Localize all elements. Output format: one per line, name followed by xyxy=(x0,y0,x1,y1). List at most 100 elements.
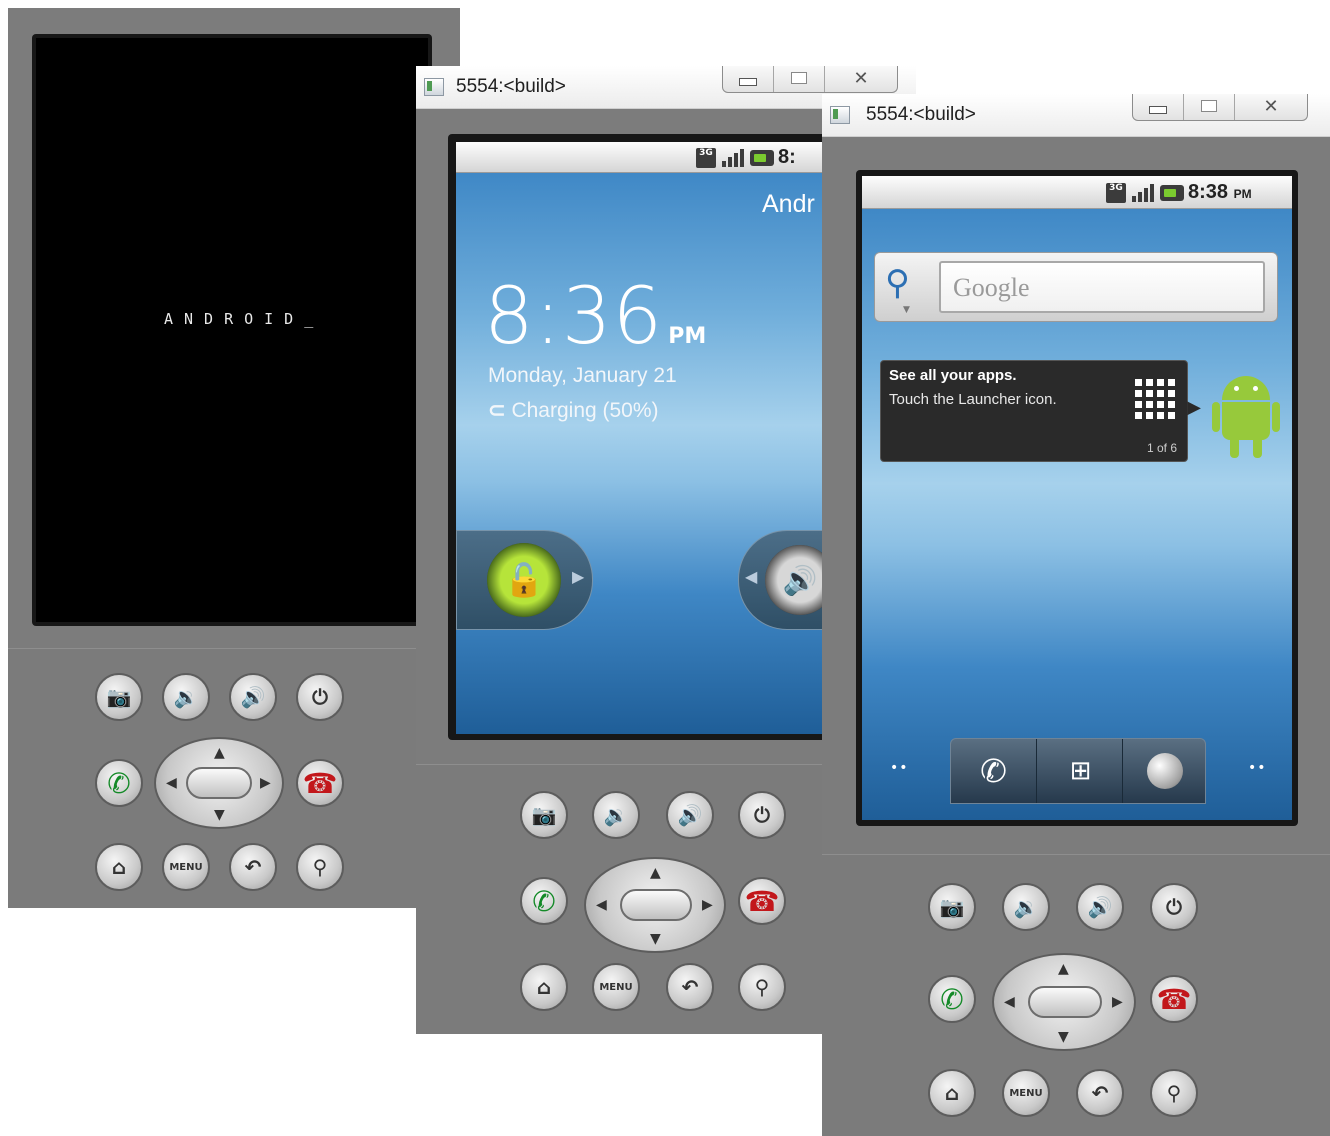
search-button[interactable]: ⚲ xyxy=(296,843,344,891)
power-button[interactable]: ⏻ xyxy=(1150,883,1198,931)
volume-up-button[interactable]: 🔊 xyxy=(1076,883,1124,931)
android-robot-icon[interactable] xyxy=(1212,372,1280,460)
window-buttons: ✕ xyxy=(722,66,898,93)
end-call-button[interactable]: ☎ xyxy=(738,877,786,925)
end-call-button[interactable]: ☎ xyxy=(296,759,344,807)
launcher-icon: ⊞ xyxy=(1069,756,1092,786)
status-time: 8: xyxy=(778,146,796,168)
search-icon: ⚲ xyxy=(885,263,910,303)
browser-button[interactable] xyxy=(1123,739,1207,803)
camera-icon: 📷 xyxy=(531,803,557,827)
slide-left-arrow-icon: ◀ xyxy=(745,567,758,586)
call-button[interactable]: ✆ xyxy=(520,877,568,925)
camera-button[interactable]: 📷 xyxy=(520,791,568,839)
google-search-widget[interactable]: ⚲ ▼ Google xyxy=(874,252,1278,322)
volume-down-button[interactable]: 🔉 xyxy=(592,791,640,839)
maximize-button[interactable] xyxy=(774,66,825,92)
dialer-button[interactable]: ✆ xyxy=(951,739,1037,803)
hardware-controls: 📷 🔉 🔊 ⏻ ✆ ▲ ▼ ◀ ▶ ☎ ⌂ MENU ↶ ⚲ xyxy=(822,854,1330,1136)
status-time-ampm: PM xyxy=(1233,187,1252,201)
call-button[interactable]: ✆ xyxy=(95,759,143,807)
search-icon: ⚲ xyxy=(754,975,770,999)
launcher-tip-bubble[interactable]: See all your apps. Touch the Launcher ic… xyxy=(880,360,1201,462)
tip-arrow-icon: ▶ xyxy=(1187,397,1201,418)
back-button[interactable]: ↶ xyxy=(666,963,714,1011)
dpad-right-icon: ▶ xyxy=(702,897,713,913)
launcher-button[interactable]: ⊞ xyxy=(1037,739,1123,803)
tip-page-indicator: 1 of 6 xyxy=(1146,441,1177,455)
menu-label: MENU xyxy=(599,981,633,993)
tip-title: See all your apps. xyxy=(889,367,1017,384)
camera-icon: 📷 xyxy=(939,895,965,919)
status-time: 8:38 PM xyxy=(1188,181,1252,204)
maximize-button[interactable] xyxy=(1184,94,1235,120)
minimize-button[interactable] xyxy=(1133,94,1184,120)
minimize-button[interactable] xyxy=(723,66,774,92)
window-title: 5554:<build> xyxy=(456,76,566,97)
menu-button[interactable]: MENU xyxy=(162,843,210,891)
dpad-center-button[interactable] xyxy=(186,767,252,799)
app-window-icon xyxy=(424,78,444,96)
dpad-center-button[interactable] xyxy=(1028,986,1102,1018)
volume-down-icon: 🔉 xyxy=(603,803,629,827)
search-button[interactable]: ⚲ xyxy=(1150,1069,1198,1117)
dpad-center-button[interactable] xyxy=(620,889,692,921)
back-icon: ↶ xyxy=(1091,1081,1109,1105)
power-icon: ⏻ xyxy=(312,685,328,709)
dock-right-dots-icon[interactable]: •• xyxy=(1248,760,1267,776)
dpad[interactable]: ▲ ▼ ◀ ▶ xyxy=(584,857,726,953)
dpad-down-icon: ▼ xyxy=(214,807,225,823)
call-icon: ✆ xyxy=(107,766,131,800)
close-icon: ✕ xyxy=(1263,95,1279,117)
dpad[interactable]: ▲ ▼ ◀ ▶ xyxy=(992,953,1136,1051)
dock-left-dots-icon[interactable]: •• xyxy=(890,760,909,776)
back-button[interactable]: ↶ xyxy=(1076,1069,1124,1117)
volume-up-icon: 🔊 xyxy=(240,685,266,709)
end-call-button[interactable]: ☎ xyxy=(1150,975,1198,1023)
dpad[interactable]: ▲ ▼ ◀ ▶ xyxy=(154,737,284,829)
search-input[interactable]: Google xyxy=(939,261,1265,313)
close-button[interactable]: ✕ xyxy=(825,66,897,92)
3g-icon: 3G xyxy=(696,147,716,168)
boot-screen: ANDROID_ xyxy=(36,38,428,622)
window-buttons: ✕ xyxy=(1132,94,1308,121)
unlock-slider-tab[interactable]: 🔓 ▶ xyxy=(456,530,593,630)
dpad-left-icon: ◀ xyxy=(1004,994,1015,1010)
volume-down-button[interactable]: 🔉 xyxy=(1002,883,1050,931)
back-button[interactable]: ↶ xyxy=(229,843,277,891)
power-button[interactable]: ⏻ xyxy=(738,791,786,839)
dpad-right-icon: ▶ xyxy=(260,775,271,791)
camera-button[interactable]: 📷 xyxy=(928,883,976,931)
search-icon: ⚲ xyxy=(312,855,328,879)
home-button[interactable]: ⌂ xyxy=(520,963,568,1011)
lock-icon: 🔓 xyxy=(487,543,561,617)
power-icon: ⏻ xyxy=(1166,895,1182,919)
call-button[interactable]: ✆ xyxy=(928,975,976,1023)
camera-button[interactable]: 📷 xyxy=(95,673,143,721)
home-button[interactable]: ⌂ xyxy=(95,843,143,891)
status-time-digits: 8:38 xyxy=(1188,181,1229,203)
volume-up-icon: 🔊 xyxy=(677,803,703,827)
charging-status: ⊂ Charging (50%) xyxy=(488,398,659,423)
sound-slider-tab[interactable]: ◀ 🔊 xyxy=(738,530,835,630)
menu-button[interactable]: MENU xyxy=(592,963,640,1011)
volume-down-button[interactable]: 🔉 xyxy=(162,673,210,721)
volume-up-button[interactable]: 🔊 xyxy=(229,673,277,721)
back-icon: ↶ xyxy=(681,975,699,999)
volume-up-button[interactable]: 🔊 xyxy=(666,791,714,839)
home-button[interactable]: ⌂ xyxy=(928,1069,976,1117)
menu-button[interactable]: MENU xyxy=(1002,1069,1050,1117)
volume-down-icon: 🔉 xyxy=(1013,895,1039,919)
call-icon: ✆ xyxy=(532,884,556,918)
clock-digits: 8:36 xyxy=(484,272,664,362)
end-call-icon: ☎ xyxy=(1156,982,1192,1016)
date-label: Monday, January 21 xyxy=(488,364,677,387)
camera-icon: 📷 xyxy=(106,685,132,709)
window-title: 5554:<build> xyxy=(866,104,976,125)
close-button[interactable]: ✕ xyxy=(1235,94,1307,120)
window-titlebar[interactable]: 5554:<build> ✕ xyxy=(822,94,1330,137)
dpad-up-icon: ▲ xyxy=(650,865,661,881)
search-button[interactable]: ⚲ xyxy=(738,963,786,1011)
power-button[interactable]: ⏻ xyxy=(296,673,344,721)
signal-icon xyxy=(720,148,746,168)
